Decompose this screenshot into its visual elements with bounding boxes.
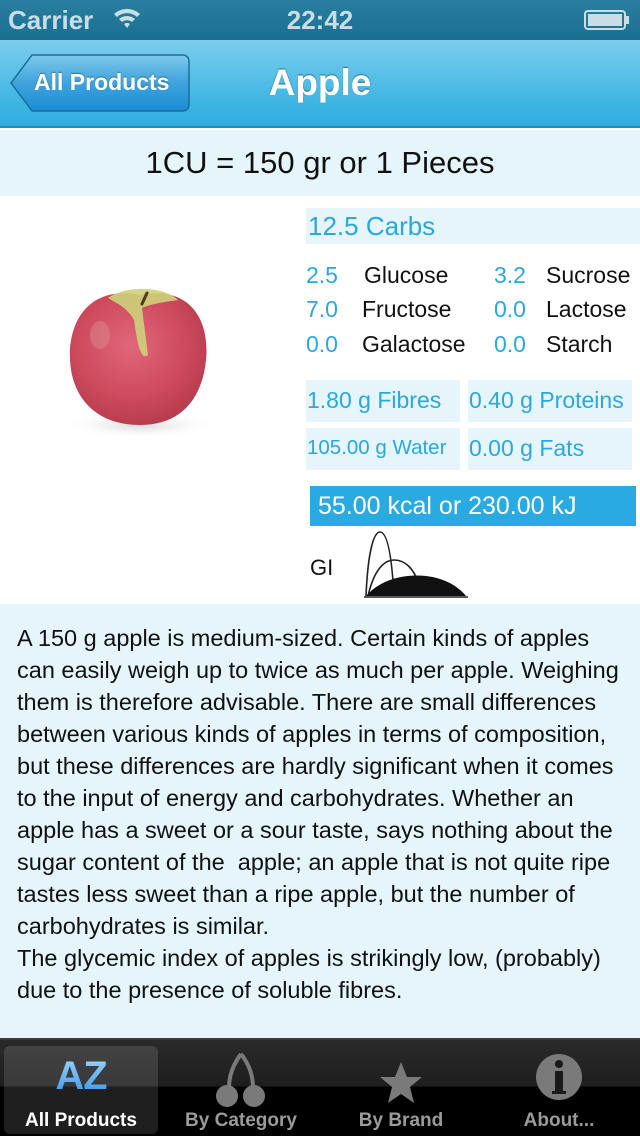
sugar-value: 3.2	[494, 262, 526, 288]
page-title: Apple	[268, 62, 372, 103]
proteins-tile: 0.40 g Proteins	[468, 380, 632, 422]
tab-bar: AZ All Products By Category By Brand Abo…	[0, 1038, 640, 1136]
sugar-value: 7.0	[306, 296, 338, 322]
status-bar: Carrier 22:42	[0, 0, 640, 40]
gi-label: GI	[310, 555, 334, 580]
description-text: A 150 g apple is medium-sized. Certain k…	[17, 625, 619, 1003]
cherries-icon	[216, 1052, 265, 1107]
az-icon: AZ	[55, 1054, 107, 1098]
fats-tile: 0.00 g Fats	[468, 428, 632, 470]
tab-by-category[interactable]: By Category	[164, 1046, 318, 1134]
sugar-name: Fructose	[362, 296, 452, 322]
battery-icon	[584, 10, 629, 30]
sugar-name: Sucrose	[546, 262, 631, 288]
sugar-value: 0.0	[494, 296, 526, 322]
tab-about[interactable]: About...	[482, 1046, 636, 1134]
sugar-value: 0.0	[494, 331, 526, 357]
tab-label: About...	[523, 1110, 595, 1131]
sugar-value: 2.5	[306, 262, 338, 288]
star-icon	[380, 1062, 422, 1103]
info-icon	[536, 1054, 582, 1100]
energy-banner: 55.00 kcal or 230.00 kJ	[310, 486, 636, 526]
tab-by-brand[interactable]: By Brand	[324, 1046, 478, 1134]
tab-label: By Category	[185, 1110, 297, 1131]
tab-all-products[interactable]: AZ All Products	[4, 1046, 158, 1134]
sugar-name: Lactose	[546, 296, 627, 322]
serving-size: 1CU = 150 gr or 1 Pieces	[0, 130, 640, 196]
fibres-tile: 1.80 g Fibres	[306, 380, 460, 422]
product-image	[0, 200, 300, 490]
sugar-name: Galactose	[362, 331, 466, 357]
navigation-bar: All Products Apple	[0, 40, 640, 128]
sugar-name: Glucose	[364, 262, 449, 288]
apple-image	[60, 288, 220, 439]
description-panel[interactable]: A 150 g apple is medium-sized. Certain k…	[0, 604, 640, 1038]
carbs-total: 12.5 Carbs	[306, 208, 640, 244]
sugar-name: Starch	[546, 331, 613, 357]
water-tile: 105.00 g Water	[306, 428, 460, 470]
sugar-value: 0.0	[306, 331, 338, 357]
clock: 22:42	[286, 5, 354, 35]
tab-label: All Products	[25, 1110, 137, 1131]
tab-label: By Brand	[358, 1110, 444, 1131]
gi-low-curve-icon	[364, 531, 468, 598]
